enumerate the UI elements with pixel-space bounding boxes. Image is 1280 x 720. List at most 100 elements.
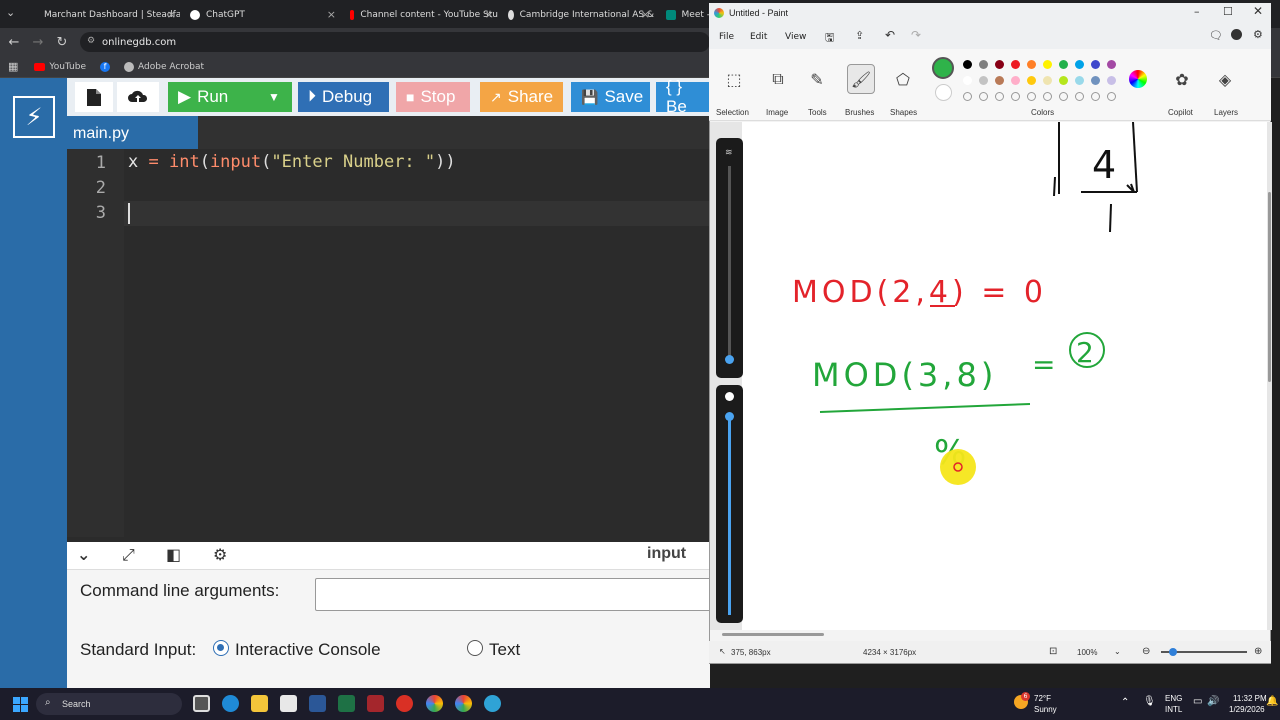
- layout-icon[interactable]: ◧: [166, 545, 181, 564]
- color-swatch[interactable]: [1043, 60, 1052, 69]
- undo-icon[interactable]: ↶: [885, 28, 895, 42]
- bookmark-youtube[interactable]: YouTube: [34, 62, 86, 72]
- menu-file[interactable]: File: [719, 32, 734, 42]
- cmd-args-input[interactable]: [315, 578, 715, 611]
- custom-color-slot[interactable]: [1091, 92, 1100, 101]
- custom-color-slot[interactable]: [1059, 92, 1068, 101]
- task-view-icon[interactable]: [193, 695, 210, 712]
- save-button[interactable]: 💾 Save: [571, 82, 650, 112]
- menu-edit[interactable]: Edit: [750, 32, 767, 42]
- image-tool-icon[interactable]: ⧉: [764, 64, 792, 94]
- custom-color-slot[interactable]: [1011, 92, 1020, 101]
- debug-button[interactable]: ⏵ Debug: [298, 82, 389, 112]
- color-swatch[interactable]: [1059, 60, 1068, 69]
- color-swatch[interactable]: [995, 76, 1004, 85]
- tools-icon[interactable]: ✎: [803, 64, 831, 94]
- color-swatch[interactable]: [1091, 60, 1100, 69]
- zoom-dropdown-icon[interactable]: ⌄: [1114, 647, 1121, 656]
- tab-search-icon[interactable]: ⌄: [6, 6, 15, 19]
- primary-color-swatch[interactable]: [932, 57, 954, 79]
- color-swatch[interactable]: [1107, 76, 1116, 85]
- close-icon[interactable]: ×: [485, 8, 494, 21]
- comment-icon[interactable]: 🗨: [1209, 29, 1223, 42]
- color-swatch[interactable]: [979, 76, 988, 85]
- paint-taskbar-icon[interactable]: [484, 695, 501, 712]
- run-button[interactable]: ▶ Run: [168, 82, 256, 112]
- word-icon[interactable]: [309, 695, 326, 712]
- language-primary[interactable]: ENG: [1165, 694, 1182, 704]
- bookmark-facebook[interactable]: f: [100, 61, 111, 72]
- opacity-slider[interactable]: ≋: [716, 138, 743, 378]
- slider-thumb[interactable]: [725, 355, 734, 364]
- color-swatch[interactable]: [1075, 60, 1084, 69]
- radio-text[interactable]: [467, 640, 483, 656]
- color-swatch[interactable]: [1027, 60, 1036, 69]
- color-swatch[interactable]: [963, 60, 972, 69]
- custom-color-slot[interactable]: [1027, 92, 1036, 101]
- zoom-out-icon[interactable]: ⊖: [1142, 646, 1150, 657]
- account-avatar[interactable]: [1231, 29, 1242, 40]
- custom-color-slot[interactable]: [1043, 92, 1052, 101]
- edge-icon[interactable]: [222, 695, 239, 712]
- close-icon[interactable]: ×: [641, 8, 650, 21]
- brush-size-slider[interactable]: [716, 385, 743, 623]
- run-options-dropdown[interactable]: ▼: [256, 82, 292, 112]
- collapse-chevron-icon[interactable]: ⌄: [77, 545, 90, 564]
- custom-color-slot[interactable]: [1107, 92, 1116, 101]
- notification-icon[interactable]: 🔔: [1266, 697, 1278, 707]
- browser-tab-merchant[interactable]: Marchant Dashboard | Steadfa ×: [28, 4, 180, 26]
- color-swatch[interactable]: [1011, 76, 1020, 85]
- upload-icon[interactable]: [117, 82, 159, 112]
- vertical-scrollbar[interactable]: [1268, 122, 1272, 630]
- browser-tab-cambridge[interactable]: Cambridge International AS & ×: [498, 4, 654, 26]
- selection-tool-icon[interactable]: ⬚: [720, 64, 748, 94]
- beautify-button[interactable]: { } Be: [656, 77, 710, 116]
- expand-icon[interactable]: ⤢: [122, 545, 135, 565]
- apps-grid-icon[interactable]: ▦: [8, 60, 18, 73]
- onlinegdb-logo-icon[interactable]: ⚡: [13, 96, 55, 138]
- zoom-level[interactable]: 100%: [1077, 648, 1097, 657]
- reload-icon[interactable]: ↻: [50, 35, 74, 50]
- close-icon[interactable]: ✕: [1253, 4, 1263, 18]
- custom-color-slot[interactable]: [963, 92, 972, 101]
- secondary-color-swatch[interactable]: [935, 84, 952, 101]
- color-swatch[interactable]: [1075, 76, 1084, 85]
- code-line-1[interactable]: x = int(input("Enter Number: ")): [128, 152, 456, 172]
- color-swatch[interactable]: [979, 60, 988, 69]
- layers-icon[interactable]: ◈: [1211, 64, 1239, 94]
- volume-icon[interactable]: 🔊: [1207, 697, 1219, 707]
- color-swatch[interactable]: [1107, 60, 1116, 69]
- taskbar-search-box[interactable]: ⌕ Search: [36, 693, 182, 715]
- pdf-reader-icon[interactable]: [396, 695, 413, 712]
- snipping-tool-icon[interactable]: [280, 695, 297, 712]
- clock-time[interactable]: 11:32 PM: [1233, 694, 1267, 704]
- slider-thumb[interactable]: [725, 412, 734, 421]
- save-icon[interactable]: 🖫: [825, 29, 834, 48]
- copilot-icon[interactable]: ✿: [1168, 64, 1196, 94]
- color-swatch[interactable]: [1059, 76, 1068, 85]
- color-picker-icon[interactable]: [1129, 70, 1147, 88]
- shapes-icon[interactable]: ⬠: [889, 64, 917, 94]
- browser-tab-chatgpt[interactable]: ChatGPT ×: [180, 4, 340, 26]
- gear-icon[interactable]: ⚙: [213, 545, 227, 564]
- color-swatch[interactable]: [963, 76, 972, 85]
- file-explorer-icon[interactable]: [251, 695, 268, 712]
- drawing-canvas[interactable]: 4 MOD(2,4) = 0 MOD(3,8) = 2 %: [742, 122, 1267, 630]
- zoom-slider-thumb[interactable]: [1169, 648, 1177, 656]
- custom-color-slot[interactable]: [1075, 92, 1084, 101]
- custom-color-slot[interactable]: [979, 92, 988, 101]
- chrome-icon[interactable]: [426, 695, 443, 712]
- fit-to-window-icon[interactable]: ⊡: [1049, 646, 1057, 657]
- horizontal-scrollbar-thumb[interactable]: [722, 633, 824, 636]
- radio-interactive-console[interactable]: [213, 640, 229, 656]
- close-icon[interactable]: ×: [327, 8, 336, 21]
- chrome-icon[interactable]: [455, 695, 472, 712]
- minimize-icon[interactable]: –: [1194, 5, 1200, 18]
- address-bar[interactable]: ⚙ onlinegdb.com: [80, 32, 710, 52]
- maximize-icon[interactable]: ☐: [1223, 5, 1233, 18]
- windows-start-icon[interactable]: [13, 697, 28, 712]
- redo-icon[interactable]: ↷: [911, 28, 921, 42]
- share-button[interactable]: ↗ Share: [480, 82, 563, 112]
- chevron-up-icon[interactable]: ⌃: [1121, 698, 1129, 708]
- close-icon[interactable]: ×: [167, 8, 176, 21]
